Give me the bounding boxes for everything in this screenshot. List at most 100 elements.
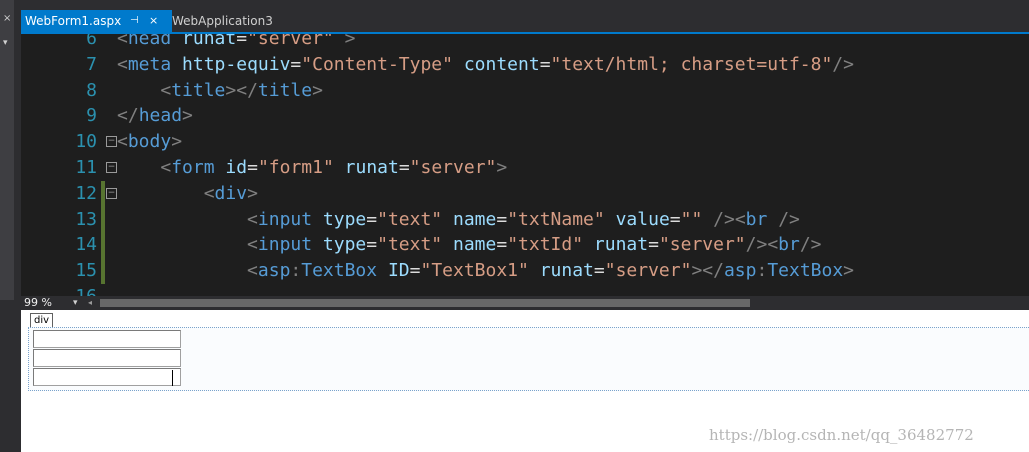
code-token: form [171,157,215,178]
div-container[interactable] [28,327,1029,391]
zoom-dropdown-icon[interactable]: ▾ [73,296,78,310]
code-line[interactable]: 15 <asp:TextBox ID="TextBox1" runat="ser… [21,258,1029,285]
code-token: content [463,53,540,75]
textbox-txtid[interactable] [33,349,181,367]
code-line[interactable]: 13 <input type="text" name="txtName" val… [21,206,1029,233]
code-line[interactable]: 10− <body> [21,129,1029,155]
code-token: br [778,234,800,256]
code-token: > [843,260,855,282]
code-text: </head> [117,103,193,129]
code-token: ></ [691,260,724,282]
code-token: : [290,260,302,282]
code-line[interactable]: 11− <form id="form1" runat="server"> [21,155,1029,181]
close-tab-icon[interactable]: × [149,10,158,32]
code-token: ID [387,260,410,282]
code-token: = [669,208,681,230]
code-token: "Content-Type" [301,53,453,75]
code-token: /> [799,234,822,256]
code-token: br [745,208,768,230]
code-line[interactable]: 12− <div> [21,180,1029,207]
code-token: = [593,260,605,282]
horizontal-scrollbar-thumb[interactable] [100,299,750,307]
code-text: <form id="form1" runat="server"> [117,155,507,181]
line-number: 9 [86,105,97,127]
code-token: < [117,34,128,49]
tab-webform1[interactable]: WebForm1.aspx ⊣ × [21,10,172,32]
source-code-editor[interactable]: 6 <head runat="server" >7 <meta http-equiv… [21,34,1029,296]
code-token: name [453,208,497,230]
code-token: < [160,157,172,178]
code-token: "server" [409,157,497,178]
code-token: input [257,234,313,256]
code-line[interactable]: 6 <head runat="server" > [21,34,1029,52]
code-token: > [496,157,508,178]
tab-label: WebForm1.aspx [25,14,122,28]
editor-bottom-bar: 99 % ▾ ◂ [21,296,1029,310]
code-line[interactable]: 8 <title></title> [21,78,1029,104]
code-token: < [247,208,258,230]
line-number: 11 [75,157,97,178]
code-token: />< [713,208,746,230]
change-marker [101,206,105,233]
code-token: body [127,131,172,153]
code-line[interactable]: 9 </head> [21,103,1029,129]
textbox-textbox1[interactable] [33,368,181,386]
code-token: title [257,79,313,101]
design-view-pane[interactable]: div https://blog.csdn.net/qq_36482772 [21,310,1029,452]
code-token: "server" [604,260,692,282]
code-token: < [117,131,128,153]
code-token: value [615,208,670,230]
code-line[interactable]: 7 <meta http-equiv="Content-Type" content… [21,52,1029,78]
code-token: div [214,182,248,204]
line-number: 15 [75,260,97,282]
code-token: head [127,34,172,49]
change-marker [101,232,105,259]
code-line[interactable]: 14 <input type="text" name="txtId" runat… [21,232,1029,259]
pin-icon[interactable]: ⊣ [130,10,139,32]
code-token: > [312,79,323,101]
code-token: < [117,53,128,75]
fold-toggle-icon[interactable]: − [106,187,117,199]
code-token: runat [182,34,237,49]
div-tag-label[interactable]: div [30,313,54,328]
code-token: />< [745,234,779,256]
code-token: "server" [247,34,334,49]
code-token: ></ [225,79,258,101]
fold-toggle-icon[interactable]: − [106,136,117,148]
line-number: 14 [75,234,97,256]
line-number: 10 [75,131,97,153]
tab-webapplication3[interactable]: WebApplication3 [168,10,312,32]
code-token: /> [778,208,800,230]
code-token: id [225,157,248,178]
code-token: = [648,234,659,256]
code-token: "text" [377,234,443,256]
code-token: runat [593,234,649,256]
fold-toggle-icon[interactable]: − [106,162,117,173]
code-token: "TextBox1" [420,260,529,282]
textbox-txtname[interactable] [33,330,181,348]
code-line[interactable]: 16 [21,284,1029,296]
code-token: "txtId" [507,234,584,256]
line-number: 7 [86,53,97,75]
code-token: > [247,182,258,204]
chevron-down-icon[interactable]: ▾ [3,38,8,48]
close-icon[interactable]: × [3,13,11,24]
code-text: <title></title> [117,78,323,104]
scroll-left-icon[interactable]: ◂ [88,296,92,310]
zoom-level[interactable]: 99 % [24,296,52,310]
code-token: = [236,34,248,49]
code-token: TextBox [767,260,844,282]
